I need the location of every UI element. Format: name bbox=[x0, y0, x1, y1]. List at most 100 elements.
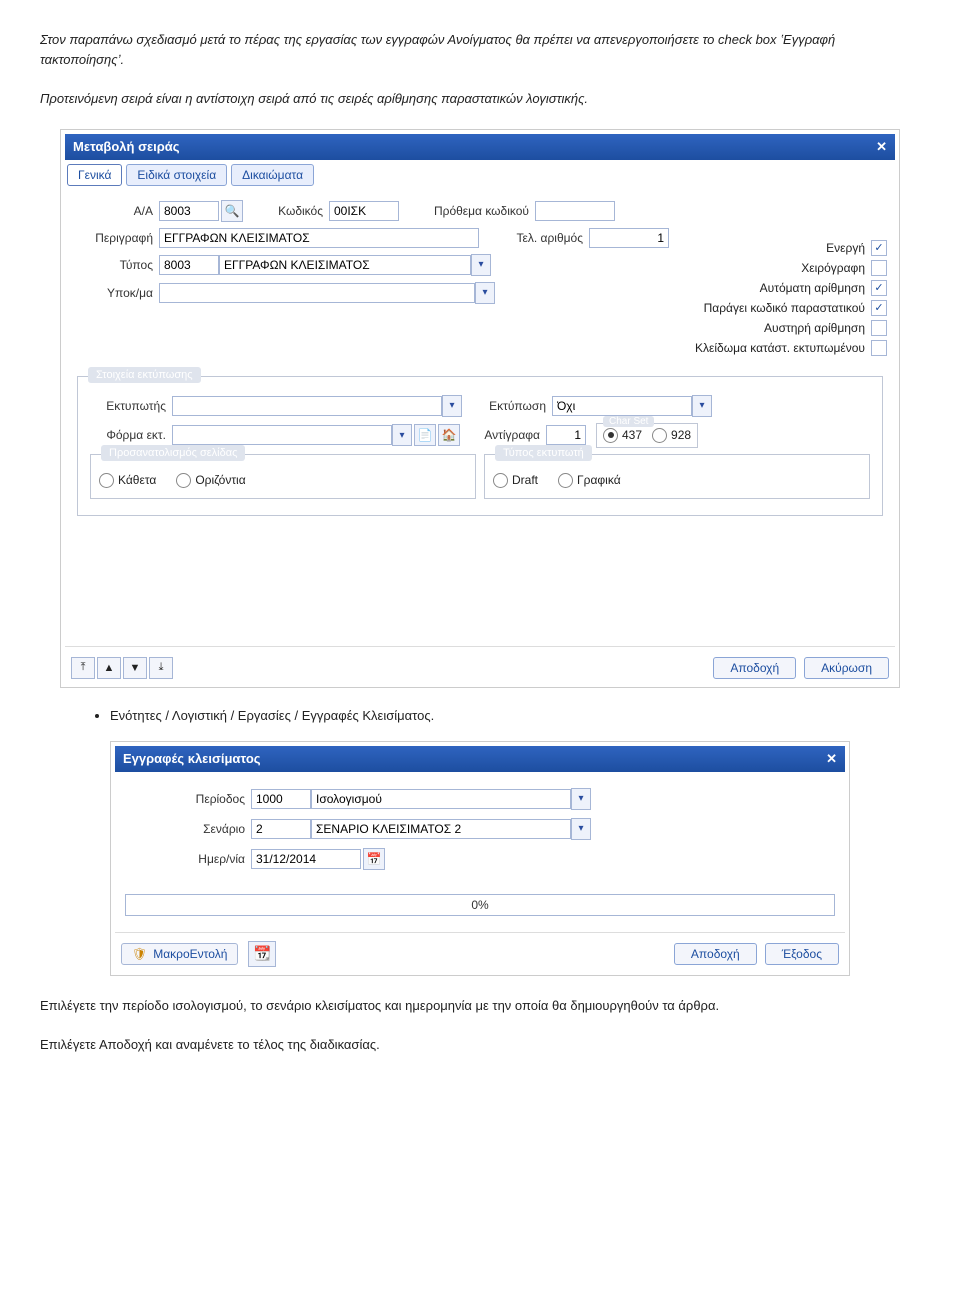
radio-vertical[interactable] bbox=[99, 473, 114, 488]
nav-up-icon[interactable]: ▲ bbox=[97, 657, 121, 679]
input-date[interactable] bbox=[251, 849, 361, 869]
label-autonum: Αυτόματη αρίθμηση bbox=[760, 281, 865, 295]
checkbox-autonum[interactable] bbox=[871, 280, 887, 296]
input-period-desc[interactable] bbox=[311, 789, 571, 809]
label-type: Τύπος bbox=[73, 258, 159, 272]
label-vertical: Κάθετα bbox=[118, 473, 156, 487]
dialog2-titlebar: Εγγραφές κλεισίματος ✕ bbox=[115, 746, 845, 772]
closing-entries-dialog: Εγγραφές κλεισίματος ✕ Περίοδος ▾ Σενάρι… bbox=[110, 741, 850, 976]
dropdown-scenario-icon[interactable]: ▾ bbox=[571, 818, 591, 840]
input-code[interactable] bbox=[329, 201, 399, 221]
input-desc[interactable] bbox=[159, 228, 479, 248]
input-type-code[interactable] bbox=[159, 255, 219, 275]
orientation-title: Προσανατολισμός σελίδας bbox=[101, 445, 245, 461]
checkbox-gencode[interactable] bbox=[871, 300, 887, 316]
input-printer[interactable] bbox=[172, 396, 442, 416]
label-copies: Αντίγραφα bbox=[466, 428, 546, 442]
label-active: Ενεργή bbox=[826, 241, 865, 255]
dropdown-form-icon[interactable]: ▾ bbox=[392, 424, 412, 446]
printertype-title: Τύπος εκτυπωτή bbox=[495, 445, 592, 461]
tab-general[interactable]: Γενικά bbox=[67, 164, 122, 186]
checkbox-strict[interactable] bbox=[871, 320, 887, 336]
macro-label: ΜακροΕντολή bbox=[153, 947, 227, 961]
input-scenario-desc[interactable] bbox=[311, 819, 571, 839]
label-draft: Draft bbox=[512, 473, 538, 487]
dropdown-printer-icon[interactable]: ▾ bbox=[442, 395, 462, 417]
input-scenario-code[interactable] bbox=[251, 819, 311, 839]
calendar-icon[interactable]: 📅 bbox=[363, 848, 385, 870]
input-branch[interactable] bbox=[159, 283, 475, 303]
outro-paragraph-1: Επιλέγετε την περίοδο ισολογισμού, το σε… bbox=[40, 996, 920, 1016]
intro-paragraph-1: Στον παραπάνω σχεδιασμό μετά το πέρας τη… bbox=[40, 30, 920, 69]
label-horizontal: Οριζόντια bbox=[195, 473, 245, 487]
input-lastnum[interactable] bbox=[589, 228, 669, 248]
radio-437[interactable] bbox=[603, 428, 618, 443]
outro-paragraph-2: Επιλέγετε Αποδοχή και αναμένετε το τέλος… bbox=[40, 1035, 920, 1055]
label-prefix: Πρόθεμα κωδικού bbox=[409, 204, 535, 218]
nav-last-icon[interactable]: ⤓ bbox=[149, 657, 173, 679]
macro-button[interactable]: 🛡 ΜακροΕντολή bbox=[121, 943, 238, 965]
radio-928[interactable] bbox=[652, 428, 667, 443]
tab-rights[interactable]: Δικαιώματα bbox=[231, 164, 314, 186]
input-prefix[interactable] bbox=[535, 201, 615, 221]
accept-button[interactable]: Αποδοχή bbox=[713, 657, 796, 679]
dropdown-branch-icon[interactable]: ▾ bbox=[475, 282, 495, 304]
label-printer: Εκτυπωτής bbox=[86, 399, 172, 413]
label-437: 437 bbox=[622, 428, 642, 442]
label-928: 928 bbox=[671, 428, 691, 442]
label-lockprint: Κλείδωμα κατάστ. εκτυπωμένου bbox=[695, 341, 865, 355]
close-icon-2[interactable]: ✕ bbox=[826, 751, 837, 767]
calendar-day-icon[interactable]: 📆 bbox=[248, 941, 276, 967]
label-scenario: Σενάριο bbox=[155, 822, 251, 836]
series-modification-dialog: Μεταβολή σειράς ✕ Γενικά Ειδικά στοιχεία… bbox=[60, 129, 900, 688]
radio-graphics[interactable] bbox=[558, 473, 573, 488]
input-copies[interactable] bbox=[546, 425, 586, 445]
cancel-button[interactable]: Ακύρωση bbox=[804, 657, 889, 679]
dialog2-title: Εγγραφές κλεισίματος bbox=[123, 751, 261, 766]
input-aa[interactable] bbox=[159, 201, 219, 221]
exit-button[interactable]: Έξοδος bbox=[765, 943, 839, 965]
progress-bar: 0% bbox=[125, 894, 835, 916]
nav-down-icon[interactable]: ▼ bbox=[123, 657, 147, 679]
form-home-icon[interactable]: 🏠 bbox=[438, 424, 460, 446]
input-print[interactable] bbox=[552, 396, 692, 416]
label-form: Φόρμα εκτ. bbox=[86, 428, 172, 442]
checkbox-manual[interactable] bbox=[871, 260, 887, 276]
dropdown-print-icon[interactable]: ▾ bbox=[692, 395, 712, 417]
progress-value: 0% bbox=[471, 898, 488, 912]
lookup-icon[interactable]: 🔍 bbox=[221, 200, 243, 222]
input-form[interactable] bbox=[172, 425, 392, 445]
tab-special[interactable]: Ειδικά στοιχεία bbox=[126, 164, 227, 186]
intro-paragraph-2: Προτεινόμενη σειρά είναι η αντίστοιχη σε… bbox=[40, 89, 920, 109]
label-strict: Αυστηρή αρίθμηση bbox=[764, 321, 865, 335]
label-lastnum: Τελ. αριθμός bbox=[489, 231, 589, 245]
input-type-desc[interactable] bbox=[219, 255, 471, 275]
label-print: Εκτύπωση bbox=[472, 399, 552, 413]
checkbox-active[interactable] bbox=[871, 240, 887, 256]
label-branch: Υποκ/μα bbox=[73, 286, 159, 300]
charset-title: Char Set bbox=[603, 416, 654, 427]
input-period-code[interactable] bbox=[251, 789, 311, 809]
nav-first-icon[interactable]: ⤒ bbox=[71, 657, 95, 679]
bullet-closing-entries: Ενότητες / Λογιστική / Εργασίες / Εγγραφ… bbox=[110, 708, 920, 723]
form-list-icon[interactable]: 📄 bbox=[414, 424, 436, 446]
radio-draft[interactable] bbox=[493, 473, 508, 488]
radio-horizontal[interactable] bbox=[176, 473, 191, 488]
accept-button-2[interactable]: Αποδοχή bbox=[674, 943, 757, 965]
dialog1-title: Μεταβολή σειράς bbox=[73, 139, 180, 154]
dropdown-period-icon[interactable]: ▾ bbox=[571, 788, 591, 810]
label-manual: Χειρόγραφη bbox=[801, 261, 865, 275]
label-desc: Περιγραφή bbox=[73, 231, 159, 245]
label-code: Κωδικός bbox=[253, 204, 329, 218]
print-details-group: Στοιχεία εκτύπωσης Εκτυπωτής ▾ Εκτύπωση … bbox=[77, 376, 883, 516]
label-period: Περίοδος bbox=[155, 792, 251, 806]
close-icon[interactable]: ✕ bbox=[876, 139, 887, 155]
label-date: Ημερ/νία bbox=[155, 852, 251, 866]
checkbox-lockprint[interactable] bbox=[871, 340, 887, 356]
shield-icon: 🛡 bbox=[132, 947, 147, 961]
dialog1-titlebar: Μεταβολή σειράς ✕ bbox=[65, 134, 895, 160]
label-graphics: Γραφικά bbox=[577, 473, 621, 487]
dropdown-type-icon[interactable]: ▾ bbox=[471, 254, 491, 276]
print-details-title: Στοιχεία εκτύπωσης bbox=[88, 367, 201, 383]
label-gencode: Παράγει κωδικό παραστατικού bbox=[704, 301, 865, 315]
